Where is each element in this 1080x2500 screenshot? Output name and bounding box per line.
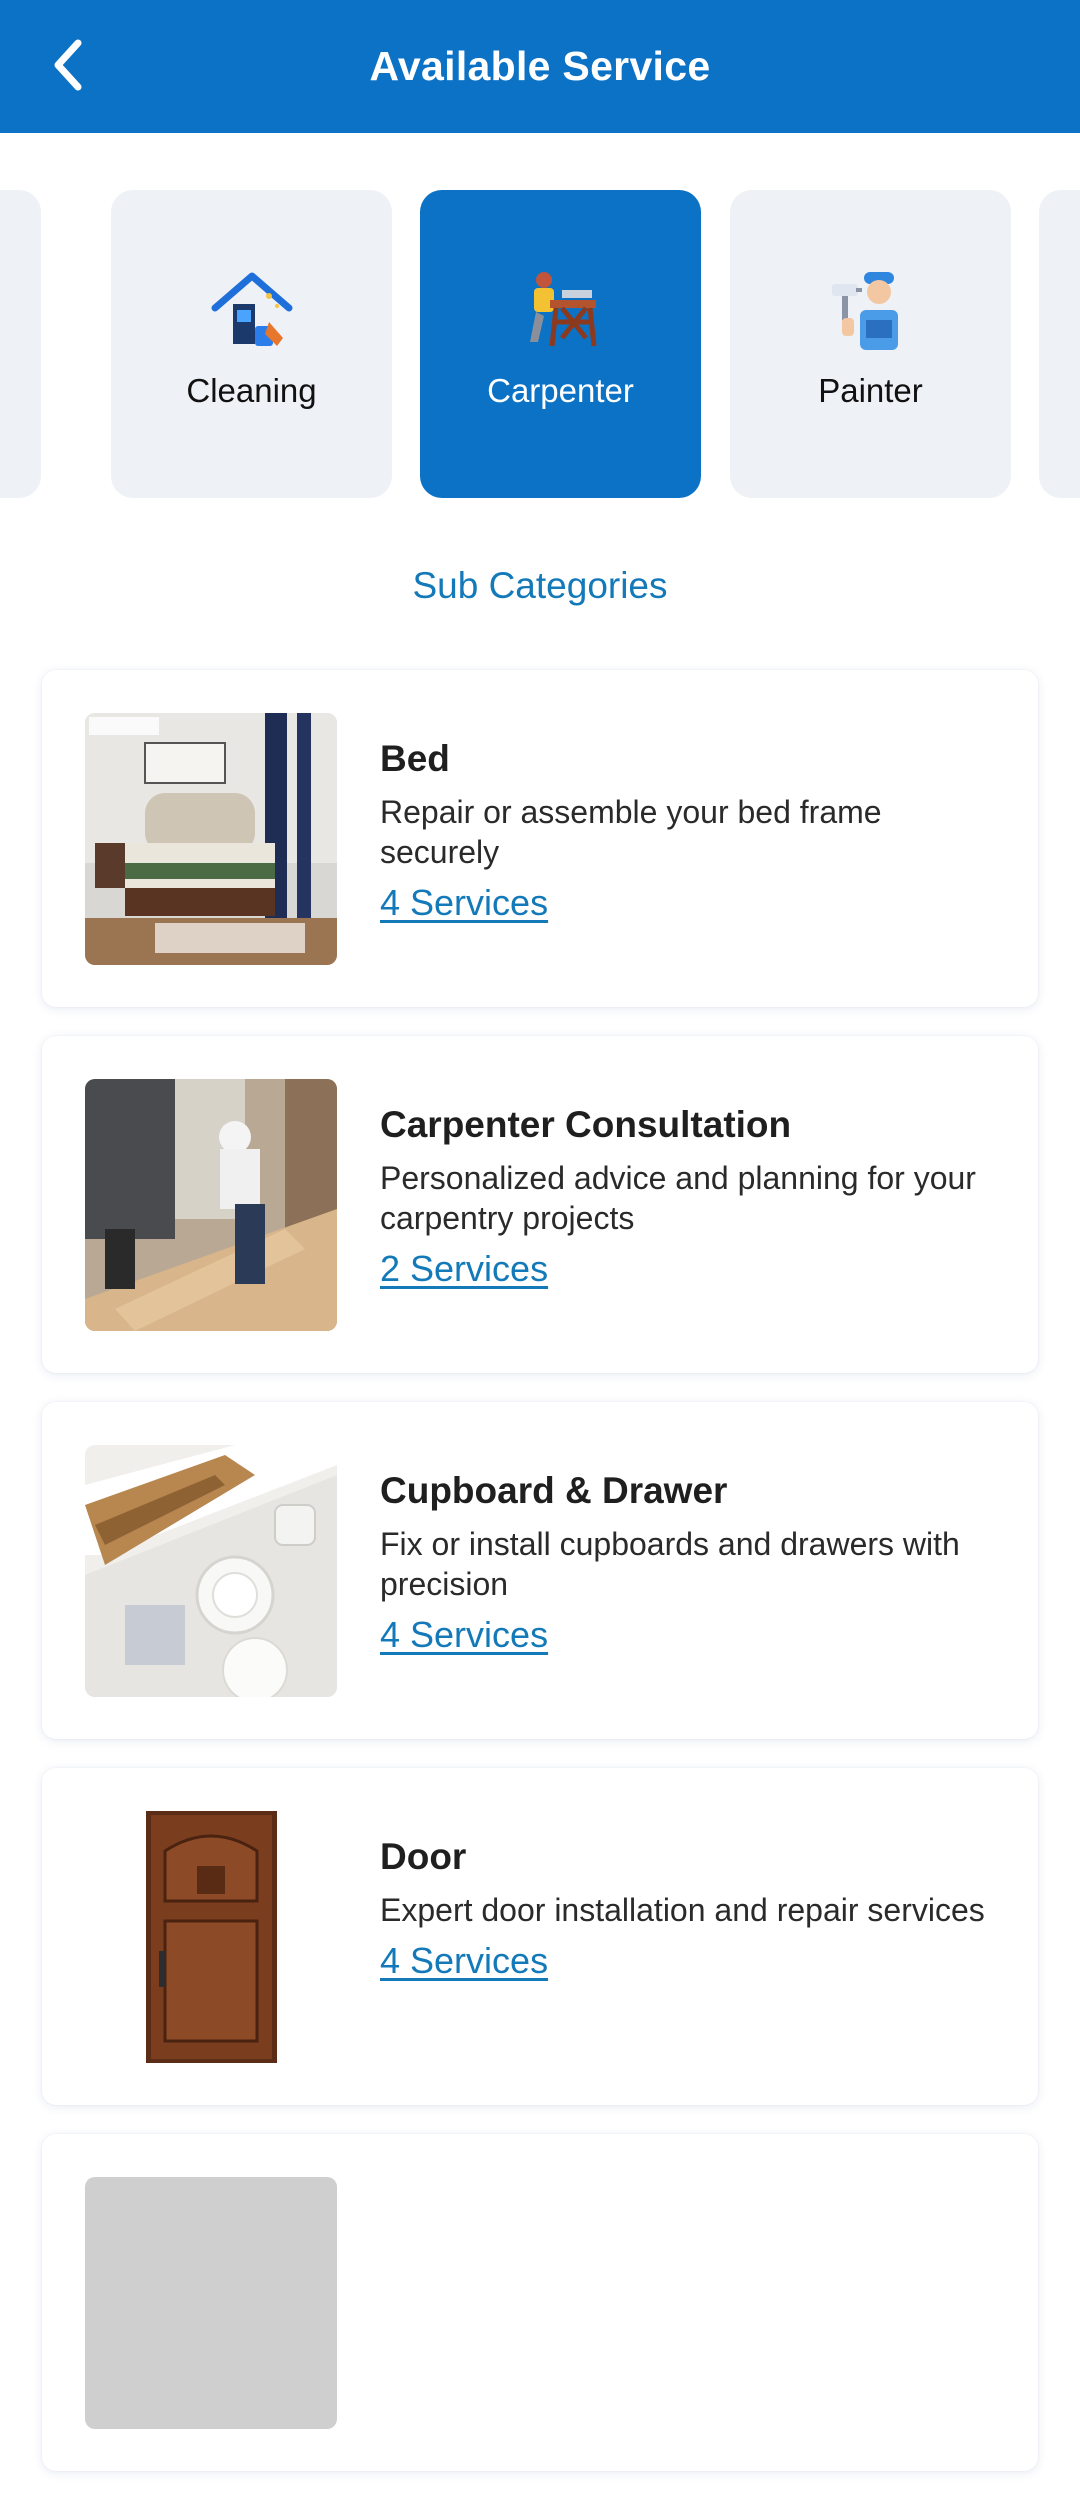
category-card-carpenter[interactable]: Carpenter [420,190,701,498]
subcategory-card-bed[interactable]: Bed Repair or assemble your bed frame se… [42,670,1038,1007]
partial-image [85,2177,337,2429]
door-image [85,1811,337,2063]
carpenter-consultation-image [85,1079,337,1331]
bed-image [85,713,337,965]
subcategory-card-carpenter-consultation[interactable]: Carpenter Consultation Personalized advi… [42,1036,1038,1373]
category-card-painter[interactable]: Painter [730,190,1011,498]
category-label: Cleaning [186,372,317,409]
category-card-cleaning[interactable]: Cleaning [111,190,392,498]
services-link[interactable]: 4 Services [380,1614,548,1656]
subcategory-title: Bed [380,738,450,779]
subcategory-title: Door [380,1836,467,1877]
subcategory-description: Personalized advice and planning for you… [380,1160,976,1236]
chevron-left-icon [54,39,82,91]
page-title: Available Service [369,43,711,89]
cleaning-house-icon [211,272,292,346]
app-bar: Available Service [0,0,1080,133]
services-link[interactable]: 2 Services [380,1248,548,1290]
sub-categories-heading: Sub Categories [412,565,668,606]
category-label: Painter [818,372,923,409]
category-card-partial-left[interactable] [0,190,41,498]
carpenter-icon [529,272,596,347]
painter-icon [831,272,898,350]
subcategory-card-door[interactable]: Door Expert door installation and repair… [42,1768,1038,2105]
subcategory-card-cupboard-drawer[interactable]: Cupboard & Drawer Fix or install cupboar… [42,1402,1038,1739]
subcategory-description: Repair or assemble your bed frame secure… [380,794,882,870]
category-card-partial-right[interactable] [1039,190,1080,498]
subcategory-list: Bed Repair or assemble your bed frame se… [42,670,1038,2500]
category-carousel[interactable]: Cleaning Carpenter Painter [0,190,1080,498]
subcategory-title: Cupboard & Drawer [380,1470,728,1511]
subcategory-description: Expert door installation and repair serv… [380,1892,985,1928]
subcategory-description: Fix or install cupboards and drawers wit… [380,1526,960,1602]
subcategory-card-partial[interactable] [42,2134,1038,2471]
subcategory-title: Carpenter Consultation [380,1104,792,1145]
back-button[interactable] [36,33,100,97]
category-label: Carpenter [487,372,634,409]
cupboard-drawer-image [85,1445,337,1697]
services-link[interactable]: 4 Services [380,1940,548,1982]
services-link[interactable]: 4 Services [380,882,548,924]
